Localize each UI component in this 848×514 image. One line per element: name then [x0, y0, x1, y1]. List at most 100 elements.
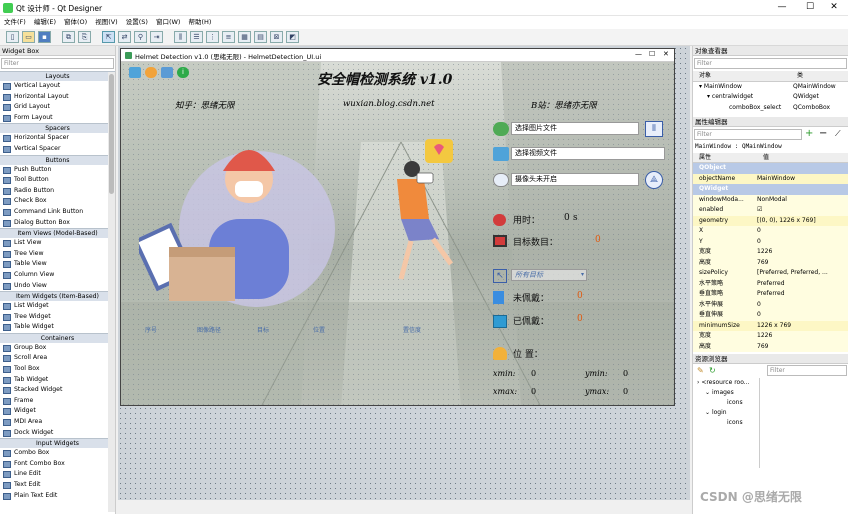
property-value[interactable]: [Preferred, Preferred, ...: [755, 268, 837, 279]
batch-select-icon[interactable]: ⦀: [645, 121, 663, 137]
widget-item[interactable]: Plain Text Edit: [0, 491, 115, 502]
property-row[interactable]: 垂直伸展 0: [693, 310, 848, 321]
widget-item[interactable]: Push Button: [0, 165, 115, 176]
video-file-icon[interactable]: [493, 147, 509, 161]
property-row[interactable]: 水平策略 Preferred: [693, 278, 848, 290]
widget-item[interactable]: Frame: [0, 396, 115, 407]
menu-view[interactable]: 视图(V): [91, 16, 122, 29]
widget-item[interactable]: Form Layout: [0, 113, 115, 124]
resource-login[interactable]: ⌄ login: [705, 408, 727, 419]
property-row[interactable]: enabled ☑: [693, 205, 848, 216]
resource-login-icons[interactable]: icons: [727, 418, 743, 429]
object-row[interactable]: comboBox_select QComboBox: [693, 103, 848, 114]
widget-item[interactable]: Group Box: [0, 343, 115, 354]
resource-images[interactable]: ⌄ images: [705, 388, 734, 399]
widget-category[interactable]: Item Widgets (Item-Based): [0, 291, 115, 302]
close-button[interactable]: ✕: [820, 0, 848, 16]
home-icon[interactable]: [129, 67, 141, 78]
property-row[interactable]: 高度 769: [693, 341, 848, 353]
paste-icon[interactable]: ⎘: [78, 31, 91, 43]
property-row[interactable]: 宽度 1226: [693, 331, 848, 342]
property-value[interactable]: Preferred: [755, 279, 837, 290]
value-col-header[interactable]: 值: [755, 153, 837, 163]
table-header-target[interactable]: 目标: [257, 325, 269, 334]
property-value[interactable]: 0: [755, 226, 837, 237]
widget-item[interactable]: Line Edit: [0, 469, 115, 480]
settings-icon[interactable]: [145, 67, 157, 78]
menu-file[interactable]: 文件(F): [0, 16, 30, 29]
edit-widgets-icon[interactable]: ⇱: [102, 31, 115, 43]
model-icon[interactable]: ⟁: [645, 171, 663, 189]
save-icon[interactable]: ▪: [38, 31, 51, 43]
property-value[interactable]: 1226: [755, 331, 837, 342]
widget-item[interactable]: Table Widget: [0, 322, 115, 333]
user-icon[interactable]: [161, 67, 173, 78]
copy-icon[interactable]: ⧉: [62, 31, 75, 43]
edit-signals-icon[interactable]: ⇄: [118, 31, 131, 43]
layout-v-splitter-icon[interactable]: ≡: [222, 31, 235, 43]
widget-item[interactable]: Undo View: [0, 281, 115, 292]
widget-item[interactable]: List View: [0, 238, 115, 249]
property-value[interactable]: Preferred: [755, 289, 837, 300]
widget-item[interactable]: Tool Button: [0, 175, 115, 186]
property-col-header[interactable]: 属性: [693, 153, 755, 163]
layout-horizontal-icon[interactable]: ⫼: [174, 31, 187, 43]
video-file-field[interactable]: 选择视频文件: [511, 147, 665, 160]
object-col-header[interactable]: 对象: [693, 71, 755, 81]
widget-item[interactable]: Horizontal Layout: [0, 92, 115, 103]
property-value[interactable]: 0: [755, 310, 837, 321]
property-row[interactable]: minimumSize 1226 x 769: [693, 320, 848, 331]
property-row[interactable]: X0: [693, 226, 848, 237]
widget-box-filter[interactable]: Filter: [1, 58, 114, 69]
property-row[interactable]: windowModa... NonModal: [693, 194, 848, 205]
widget-box-scrollbar[interactable]: [108, 72, 115, 512]
widget-category[interactable]: Item Views (Model-Based): [0, 228, 115, 239]
property-row[interactable]: 垂直策略 Preferred: [693, 289, 848, 300]
widget-item[interactable]: Horizontal Spacer: [0, 133, 115, 144]
add-property-icon[interactable]: +: [805, 128, 813, 140]
target-select-combo[interactable]: 所有目标 ▾: [511, 269, 587, 281]
property-row[interactable]: 水平伸展 0: [693, 299, 848, 311]
menu-window[interactable]: 窗口(W): [152, 16, 185, 29]
menu-settings[interactable]: 设置(S): [122, 16, 152, 29]
table-header-path[interactable]: 图像路径: [197, 325, 221, 334]
table-header-position[interactable]: 位置: [313, 325, 325, 334]
widget-item[interactable]: Combo Box: [0, 448, 115, 459]
reload-icon[interactable]: ↻: [709, 366, 716, 375]
widget-item[interactable]: Radio Button: [0, 186, 115, 197]
menu-form[interactable]: 窗体(O): [60, 16, 91, 29]
form-minimize-icon[interactable]: —: [635, 50, 642, 58]
property-value[interactable]: 0: [755, 237, 837, 248]
widget-item[interactable]: Tool Box: [0, 364, 115, 375]
property-row[interactable]: geometry [(0, 0), 1226 x 769]: [693, 215, 848, 226]
image-file-field[interactable]: 选择图片文件: [511, 122, 639, 135]
property-value[interactable]: ☑: [755, 205, 837, 216]
object-inspector-filter[interactable]: Filter: [694, 58, 847, 69]
table-header-confidence[interactable]: 置信度: [403, 325, 421, 334]
menu-help[interactable]: 帮助(H): [184, 16, 215, 29]
property-section[interactable]: QObject: [693, 163, 848, 174]
property-value[interactable]: 0: [755, 300, 837, 311]
widget-item[interactable]: Tab Widget: [0, 375, 115, 386]
widget-category[interactable]: Layouts: [0, 71, 115, 81]
widget-item[interactable]: Command Link Button: [0, 207, 115, 218]
edit-resources-icon[interactable]: ✎: [697, 366, 704, 375]
resource-root[interactable]: › <resource roo...: [697, 378, 750, 389]
widget-item[interactable]: Stacked Widget: [0, 385, 115, 396]
form-maximize-icon[interactable]: ☐: [649, 50, 655, 58]
menu-edit[interactable]: 编辑(E): [30, 16, 60, 29]
widget-item[interactable]: Column View: [0, 270, 115, 281]
form-close-icon[interactable]: ✕: [663, 50, 669, 58]
layout-vertical-icon[interactable]: ☰: [190, 31, 203, 43]
widget-item[interactable]: List Widget: [0, 301, 115, 312]
property-row[interactable]: 宽度 1226: [693, 247, 848, 258]
property-row[interactable]: 高度 769: [693, 257, 848, 268]
widget-item[interactable]: Dock Widget: [0, 428, 115, 439]
edit-tab-order-icon[interactable]: ⇥: [150, 31, 163, 43]
widget-item[interactable]: Tree View: [0, 249, 115, 260]
property-row[interactable]: objectName MainWindow: [693, 173, 848, 184]
remove-property-icon[interactable]: −: [819, 128, 827, 140]
widget-item[interactable]: Check Box: [0, 196, 115, 207]
property-value[interactable]: 769: [755, 342, 837, 353]
image-file-icon[interactable]: [493, 122, 509, 136]
